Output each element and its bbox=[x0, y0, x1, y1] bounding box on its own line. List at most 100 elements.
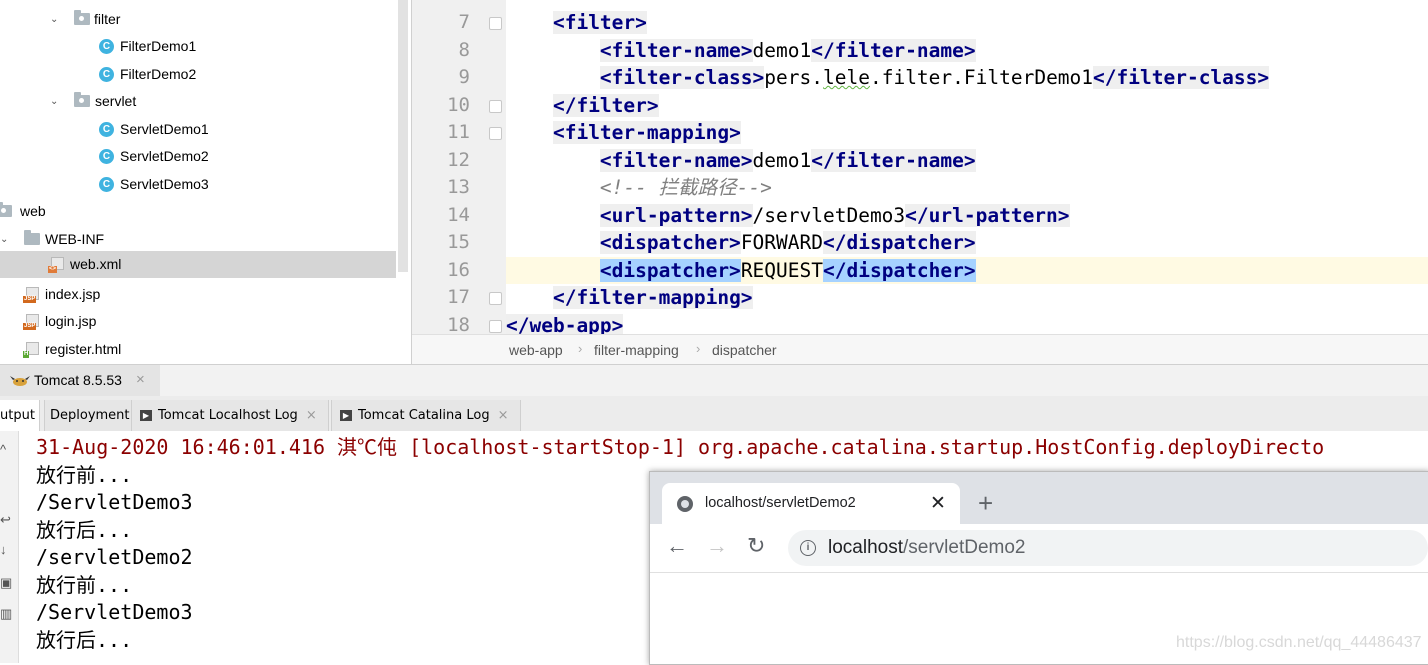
tree-item-label: web.xml bbox=[70, 256, 122, 272]
fold-marker-icon[interactable] bbox=[489, 319, 502, 333]
tree-item-index-jsp[interactable]: JSP index.jsp bbox=[0, 281, 396, 308]
console-toolbar: ^ ↩ ↓ ▣ ▥ bbox=[0, 431, 19, 663]
code-line[interactable]: <filter-class>pers.lele.filter.FilterDem… bbox=[506, 64, 1428, 92]
line-number: 10 bbox=[447, 93, 470, 116]
tab-output[interactable]: utput bbox=[0, 400, 40, 433]
browser-tab-title: localhost/servletDemo2 bbox=[705, 495, 856, 511]
code-line[interactable]: <dispatcher>REQUEST</dispatcher> bbox=[506, 256, 1428, 284]
tomcat-icon bbox=[10, 376, 30, 386]
tree-item-filterdemo2[interactable]: C FilterDemo2 bbox=[0, 61, 396, 88]
xml-tag: <filter-mapping> bbox=[552, 121, 741, 144]
browser-tab[interactable]: localhost/servletDemo2 ✕ bbox=[662, 483, 960, 524]
code-line[interactable]: <filter> bbox=[506, 9, 1428, 37]
code-line[interactable]: </web-app> bbox=[506, 312, 1428, 334]
tree-item-login-jsp[interactable]: JSP login.jsp bbox=[0, 308, 396, 335]
close-icon[interactable]: × bbox=[306, 408, 317, 423]
url-text[interactable]: localhost/servletDemo2 bbox=[828, 537, 1026, 559]
tree-item-web-inf-folder[interactable]: ⌄ WEB-INF bbox=[0, 226, 396, 253]
fold-marker-icon[interactable] bbox=[489, 127, 502, 140]
xml-tag: </filter> bbox=[552, 93, 659, 117]
package-folder-icon bbox=[74, 92, 90, 107]
close-icon[interactable]: × bbox=[136, 371, 145, 388]
globe-icon bbox=[677, 496, 693, 512]
code-line[interactable]: <filter-name>demo1</filter-name> bbox=[506, 147, 1428, 175]
code-text: .filter.FilterDemo1 bbox=[869, 66, 1094, 89]
fold-marker-icon[interactable] bbox=[489, 17, 502, 30]
tree-item-label: filter bbox=[94, 11, 121, 27]
breadcrumb-separator: › bbox=[578, 341, 583, 356]
address-bar[interactable]: i localhost/servletDemo2 bbox=[788, 530, 1428, 566]
xml-tag: <filter> bbox=[552, 11, 647, 34]
scroll-to-end-icon[interactable]: ↓ bbox=[0, 543, 14, 557]
tree-item-servlet-package[interactable]: ⌄ servlet bbox=[0, 88, 396, 115]
tree-item-web-xml[interactable]: <> web.xml bbox=[0, 251, 396, 278]
code-line[interactable]: <!-- 拦截路径--> bbox=[506, 174, 1428, 202]
line-number: 18 bbox=[447, 313, 470, 335]
xml-file-icon: <> bbox=[48, 257, 64, 273]
tree-item-servletdemo2[interactable]: C ServletDemo2 bbox=[0, 143, 396, 170]
tree-item-servletdemo3[interactable]: C ServletDemo3 bbox=[0, 171, 396, 198]
code-line[interactable]: </filter> bbox=[506, 92, 1428, 120]
back-icon[interactable]: ← bbox=[666, 534, 688, 558]
code-text: demo1 bbox=[752, 148, 812, 172]
line-number: 7 bbox=[458, 11, 470, 33]
close-icon[interactable]: × bbox=[498, 408, 509, 423]
run-tab-tomcat[interactable]: Tomcat 8.5.53 × bbox=[0, 365, 160, 397]
breadcrumb: web-app › filter-mapping › dispatcher bbox=[412, 334, 1428, 365]
breadcrumb-item-web-app[interactable]: web-app bbox=[509, 342, 563, 358]
class-icon: C bbox=[99, 67, 114, 82]
tree-item-servletdemo1[interactable]: C ServletDemo1 bbox=[0, 116, 396, 143]
console-line: 放行后... bbox=[36, 517, 133, 542]
class-icon: C bbox=[99, 177, 114, 192]
code-line[interactable]: <dispatcher>FORWARD</dispatcher> bbox=[506, 229, 1428, 257]
fold-marker-icon[interactable] bbox=[489, 99, 502, 113]
code-line[interactable]: <filter-mapping> bbox=[506, 119, 1428, 147]
tree-item-label: ServletDemo2 bbox=[120, 148, 209, 164]
tree-item-label: FilterDemo1 bbox=[120, 38, 197, 54]
tab-tomcat-catalina-log[interactable]: ▶ Tomcat Catalina Log × bbox=[331, 400, 521, 431]
tab-deployment[interactable]: Deployment bbox=[44, 400, 135, 431]
breadcrumb-item-dispatcher[interactable]: dispatcher bbox=[712, 342, 777, 358]
scroll-up-icon[interactable]: ^ bbox=[0, 443, 14, 457]
chevron-down-icon[interactable]: ⌄ bbox=[50, 97, 60, 107]
fold-marker-icon[interactable] bbox=[489, 292, 502, 305]
tree-scrollbar[interactable] bbox=[398, 0, 408, 272]
code-line[interactable]: <url-pattern>/servletDemo3</url-pattern> bbox=[506, 202, 1428, 230]
class-icon: C bbox=[99, 149, 114, 164]
jsp-file-icon: JSP bbox=[23, 314, 39, 330]
code-editor[interactable]: 7 8 9 10 11 12 13 14 15 16 17 18 <filter> <filter-n… bbox=[412, 0, 1428, 334]
tree-item-filterdemo1[interactable]: C FilterDemo1 bbox=[0, 33, 396, 60]
info-icon[interactable]: i bbox=[800, 540, 816, 556]
tree-item-filter-package[interactable]: ⌄ filter bbox=[0, 6, 396, 33]
run-tool-window-header: Tomcat 8.5.53 × bbox=[0, 364, 1428, 397]
forward-icon[interactable]: → bbox=[706, 534, 728, 558]
chevron-down-icon[interactable]: ⌄ bbox=[50, 15, 60, 25]
tree-item-register-html[interactable]: H register.html bbox=[0, 336, 396, 363]
print-icon[interactable]: ▣ bbox=[0, 576, 14, 590]
xml-tag: </filter-name> bbox=[811, 148, 976, 172]
tab-label: Deployment bbox=[50, 408, 130, 423]
code-text: demo1 bbox=[752, 38, 812, 62]
new-tab-button[interactable]: + bbox=[978, 490, 993, 516]
code-line[interactable]: </filter-mapping> bbox=[506, 284, 1428, 312]
xml-tag: <filter-class> bbox=[599, 66, 765, 89]
typo-text: lele bbox=[823, 66, 870, 89]
xml-tag: </filter-class> bbox=[1093, 66, 1270, 89]
browser-tabstrip: localhost/servletDemo2 ✕ + bbox=[650, 472, 1428, 524]
code-line[interactable]: <filter-name>demo1</filter-name> bbox=[506, 37, 1428, 65]
breadcrumb-item-filter-mapping[interactable]: filter-mapping bbox=[594, 342, 679, 358]
tree-item-web-folder[interactable]: web bbox=[0, 198, 396, 225]
reload-icon[interactable]: ↻ bbox=[747, 534, 765, 558]
tab-tomcat-localhost-log[interactable]: ▶ Tomcat Localhost Log × bbox=[131, 400, 329, 431]
close-icon[interactable]: ✕ bbox=[930, 492, 946, 515]
chevron-down-icon[interactable]: ⌄ bbox=[0, 235, 10, 245]
line-number: 15 bbox=[447, 231, 470, 253]
trash-icon[interactable]: ▥ bbox=[0, 607, 14, 621]
console-line: 31-Aug-2020 16:46:01.416 淇℃伅 [localhost-… bbox=[36, 435, 1325, 459]
soft-wrap-icon[interactable]: ↩ bbox=[0, 513, 14, 527]
